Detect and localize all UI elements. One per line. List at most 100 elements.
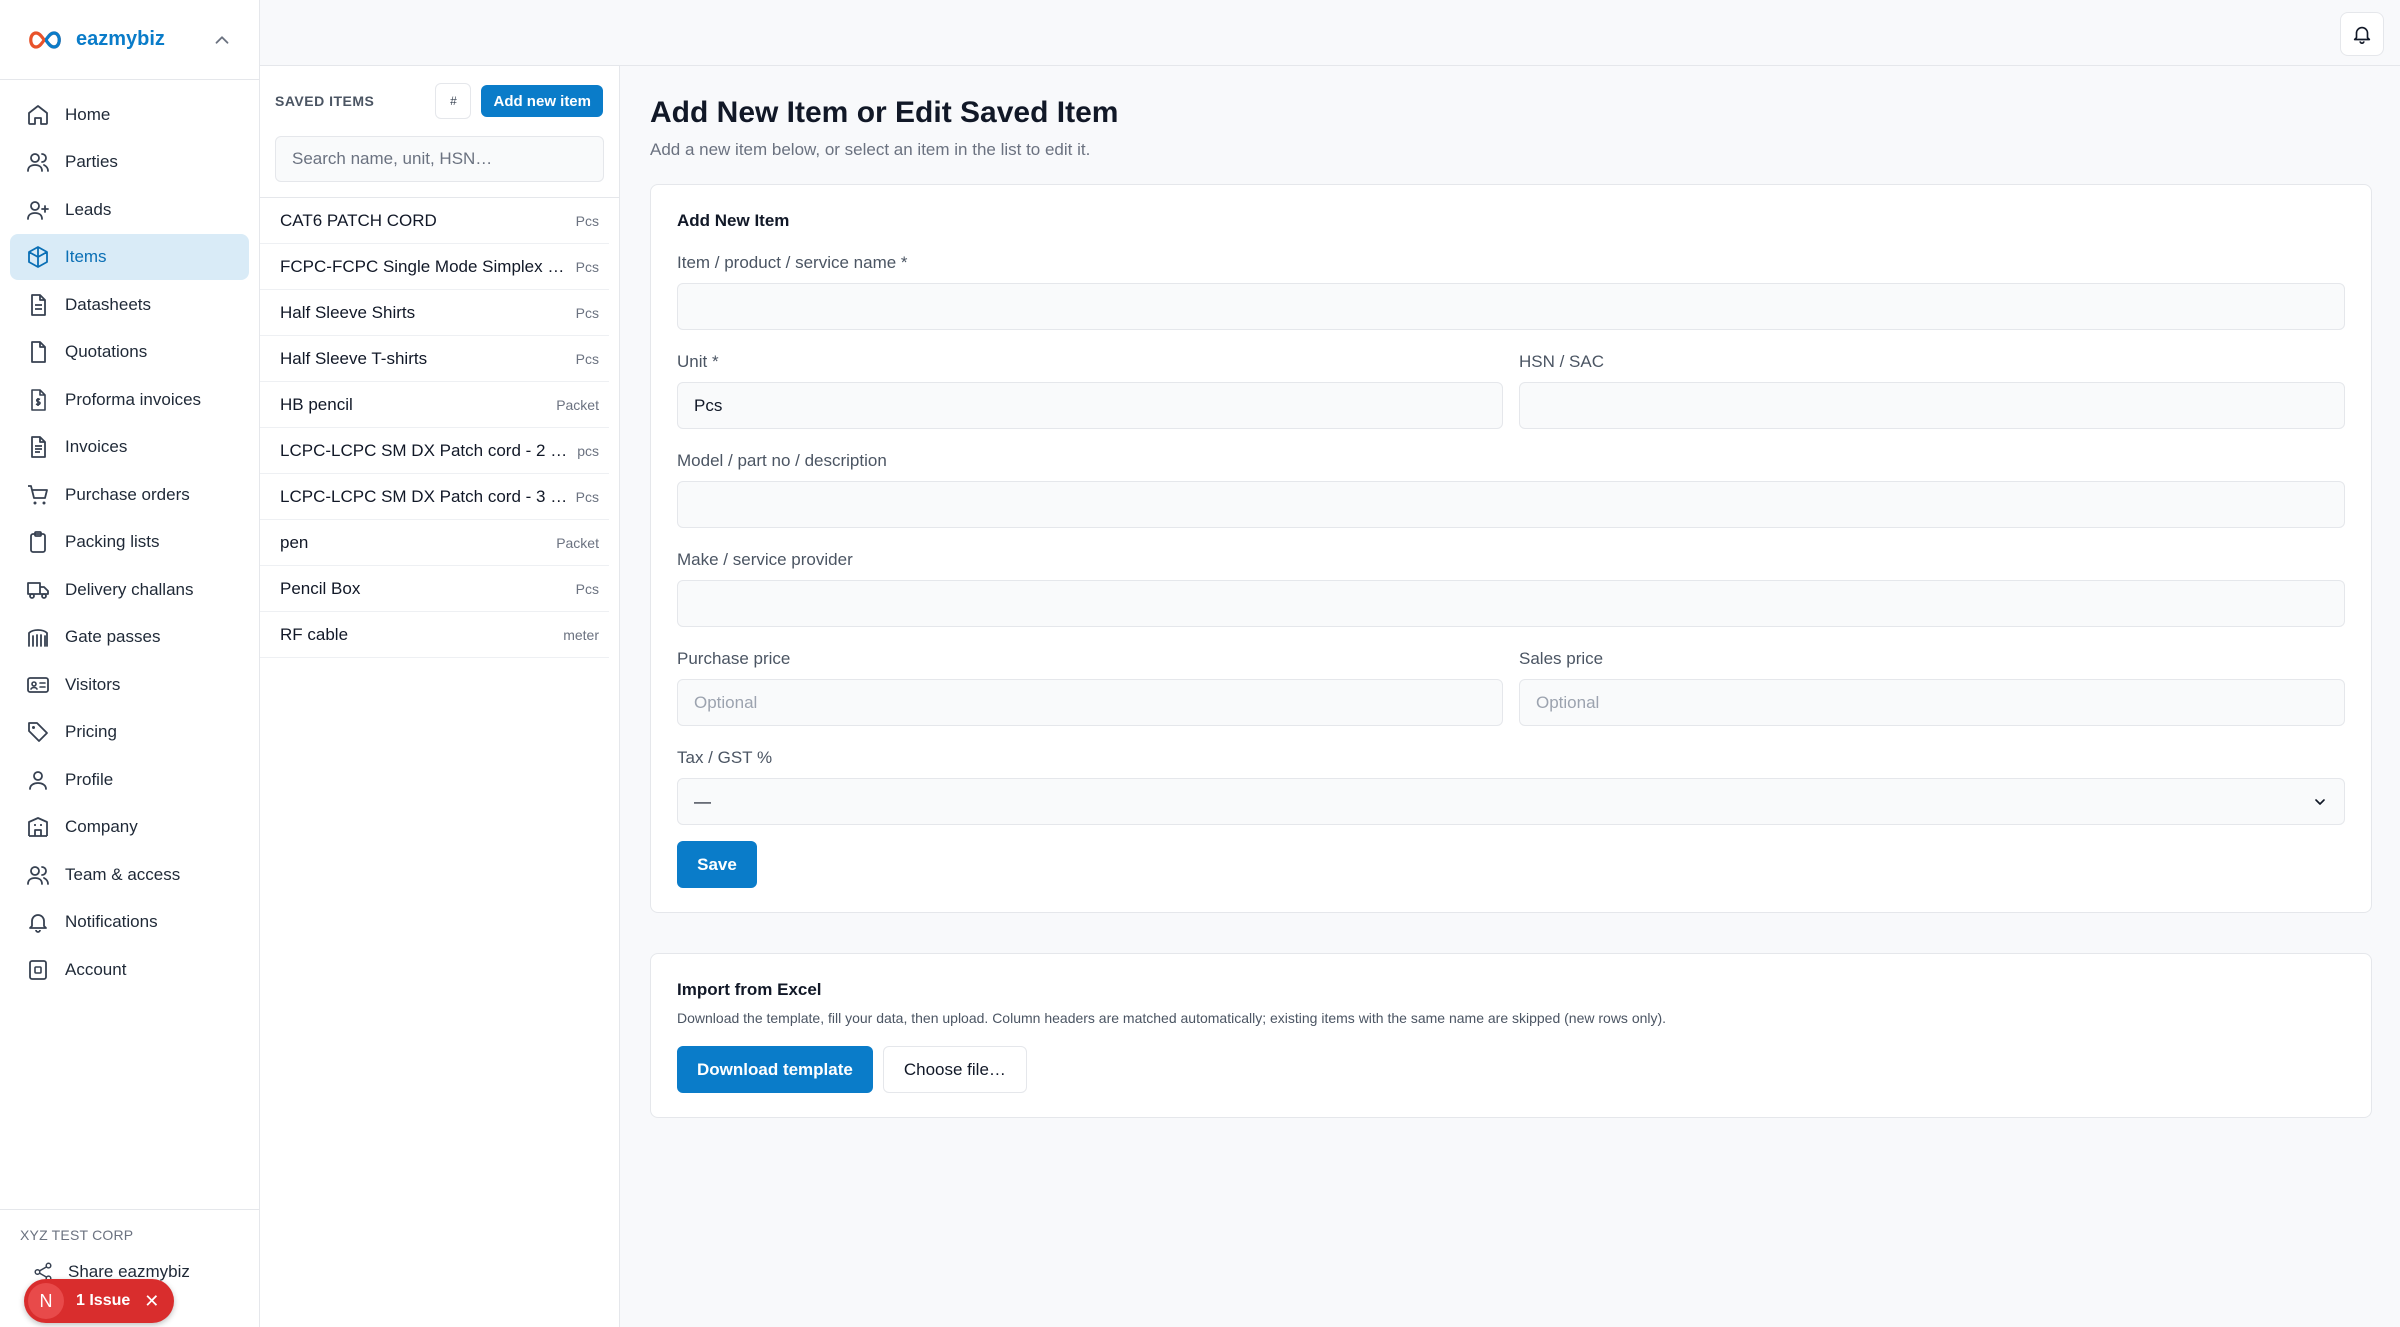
sidebar-item-pricing[interactable]: Pricing bbox=[10, 709, 249, 755]
choose-file-button[interactable]: Choose file… bbox=[882, 1046, 1027, 1093]
sidebar-item-team-access[interactable]: Team & access bbox=[10, 852, 249, 898]
import-actions: Download template Choose file… bbox=[677, 1046, 2345, 1093]
notifications-button[interactable] bbox=[2340, 12, 2384, 56]
bell-icon bbox=[2353, 26, 2371, 44]
item-unit: Packet bbox=[556, 534, 599, 551]
item-unit: Packet bbox=[556, 396, 599, 413]
sidebar-item-items[interactable]: Items bbox=[10, 234, 249, 280]
brand-header[interactable]: eazmybiz bbox=[0, 0, 259, 80]
list-item[interactable]: HB pencil Packet bbox=[260, 382, 609, 428]
chevron-up-icon[interactable] bbox=[211, 29, 233, 51]
sidebar-item-account[interactable]: Account bbox=[10, 947, 249, 993]
item-unit: pcs bbox=[577, 442, 599, 459]
sidebar-item-home[interactable]: Home bbox=[10, 92, 249, 138]
sidebar-item-label: Packing lists bbox=[65, 532, 160, 551]
tag-icon bbox=[28, 722, 48, 742]
make-label: Make / service provider bbox=[677, 550, 853, 569]
eazmybiz-logo-icon bbox=[29, 30, 61, 49]
download-template-button[interactable]: Download template bbox=[677, 1046, 873, 1093]
unit-hsn-row: Unit * Pcs HSN / SAC bbox=[677, 330, 2345, 429]
sidebar-item-company[interactable]: Company bbox=[10, 804, 249, 850]
name-label: Item / product / service name * bbox=[677, 253, 908, 272]
sidebar-item-datasheets[interactable]: Datasheets bbox=[10, 282, 249, 328]
item-name: RF cable bbox=[280, 624, 349, 644]
saved-items-list: CAT6 PATCH CORD Pcs FCPC-FCPC Single Mode… bbox=[260, 197, 619, 658]
cube-icon bbox=[28, 246, 48, 268]
item-name: FCPC-FCPC Single Mode Simplex Patch cord bbox=[280, 256, 576, 276]
sidebar-item-visitors[interactable]: Visitors bbox=[10, 662, 249, 708]
search-input[interactable]: Search name, unit, HSN… bbox=[275, 136, 604, 182]
item-unit: Pcs bbox=[575, 258, 599, 275]
sidebar-item-delivery-challans[interactable]: Delivery challans bbox=[10, 567, 249, 613]
issue-badge[interactable]: N 1 Issue ✕ bbox=[24, 1279, 174, 1323]
sidebar-item-purchase-orders[interactable]: Purchase orders bbox=[10, 472, 249, 518]
sidebar-item-label: Parties bbox=[65, 152, 118, 171]
add-new-item-button[interactable]: Add new item bbox=[481, 85, 603, 117]
share-button[interactable]: Share eazmybiz bbox=[0, 1243, 259, 1283]
sidebar-item-gate-passes[interactable]: Gate passes bbox=[10, 614, 249, 660]
list-item[interactable]: LCPC-LCPC SM DX Patch cord - 3 mtr Pcs bbox=[260, 474, 609, 520]
item-unit: Pcs bbox=[575, 580, 599, 597]
clipboard-icon bbox=[30, 531, 46, 553]
list-item[interactable]: RF cable meter bbox=[260, 612, 609, 658]
tax-select[interactable]: — bbox=[677, 778, 2345, 825]
page-title: Add New Item or Edit Saved Item bbox=[650, 96, 1119, 129]
sidebar-item-label: Home bbox=[65, 104, 111, 124]
item-unit: Pcs bbox=[575, 212, 599, 229]
sidebar-item-label: Purchase orders bbox=[65, 484, 190, 504]
sidebar-item-packing-lists[interactable]: Packing lists bbox=[10, 519, 249, 565]
sales-price-field[interactable]: Optional bbox=[1519, 679, 2345, 726]
model-label: Model / part no / description bbox=[677, 451, 887, 470]
cart-icon bbox=[28, 484, 48, 504]
file-dollar-icon bbox=[31, 388, 46, 411]
company-name: XYZ TEST CORP bbox=[20, 1227, 134, 1243]
list-item[interactable]: FCPC-FCPC Single Mode Simplex Patch cord… bbox=[260, 244, 609, 290]
sidebar-item-label: Items bbox=[65, 247, 107, 266]
list-item[interactable]: LCPC-LCPC SM DX Patch cord - 2 mtr pcs bbox=[260, 428, 609, 474]
save-button[interactable]: Save bbox=[677, 841, 757, 888]
sidebar-item-profile[interactable]: Profile bbox=[10, 757, 249, 803]
make-field[interactable] bbox=[677, 580, 2345, 627]
hsn-label: HSN / SAC bbox=[1519, 352, 1605, 371]
list-item[interactable]: pen Packet bbox=[260, 520, 609, 566]
add-item-card: Add New Item Item / product / service na… bbox=[650, 184, 2372, 913]
close-icon[interactable]: ✕ bbox=[144, 1291, 159, 1312]
sidebar-nav: Home Parties Leads Items Datasheets Quot… bbox=[0, 80, 259, 993]
main-content: Add New Item or Edit Saved Item Add a ne… bbox=[650, 66, 2372, 1118]
gate-icon bbox=[28, 629, 48, 647]
sidebar-item-label: Gate passes bbox=[65, 627, 161, 646]
sales-price-label: Sales price bbox=[1519, 649, 1604, 668]
list-item[interactable]: CAT6 PATCH CORD Pcs bbox=[260, 198, 609, 244]
list-item[interactable]: Half Sleeve T-shirts Pcs bbox=[260, 336, 609, 382]
sidebar-item-label: Delivery challans bbox=[65, 579, 194, 599]
tax-label: Tax / GST % bbox=[677, 748, 773, 767]
sidebar-item-parties[interactable]: Parties bbox=[10, 139, 249, 185]
truck-icon bbox=[27, 581, 49, 599]
sidebar-item-label: Company bbox=[65, 817, 138, 836]
sidebar-item-label: Visitors bbox=[65, 674, 121, 694]
item-unit: meter bbox=[563, 626, 599, 643]
sidebar-item-leads[interactable]: Leads bbox=[10, 187, 249, 233]
list-item[interactable]: Pencil Box Pcs bbox=[260, 566, 609, 612]
sidebar-item-quotations[interactable]: Quotations bbox=[10, 329, 249, 375]
sidebar-item-label: Leads bbox=[65, 199, 112, 219]
sidebar-item-label: Account bbox=[65, 959, 127, 979]
purchase-price-field[interactable]: Optional bbox=[677, 679, 1503, 726]
unit-field[interactable]: Pcs bbox=[677, 382, 1503, 429]
item-unit: Pcs bbox=[575, 350, 599, 367]
list-item[interactable]: Half Sleeve Shirts Pcs bbox=[260, 290, 609, 336]
item-name-field[interactable] bbox=[677, 283, 2345, 330]
purchase-price-label: Purchase price bbox=[677, 649, 791, 668]
team-icon bbox=[27, 865, 49, 885]
topbar bbox=[260, 0, 2400, 66]
item-name: CAT6 PATCH CORD bbox=[280, 210, 437, 230]
sidebar-item-proforma-invoices[interactable]: Proforma invoices bbox=[10, 377, 249, 423]
app-name: eazmybiz bbox=[76, 28, 165, 50]
users-icon bbox=[27, 153, 49, 172]
sidebar-item-notifications[interactable]: Notifications bbox=[10, 899, 249, 945]
sidebar-item-invoices[interactable]: Invoices bbox=[10, 424, 249, 470]
hash-button[interactable]: # bbox=[435, 83, 472, 119]
building-icon bbox=[28, 817, 48, 837]
hsn-field[interactable] bbox=[1519, 382, 2345, 429]
model-field[interactable] bbox=[677, 481, 2345, 528]
